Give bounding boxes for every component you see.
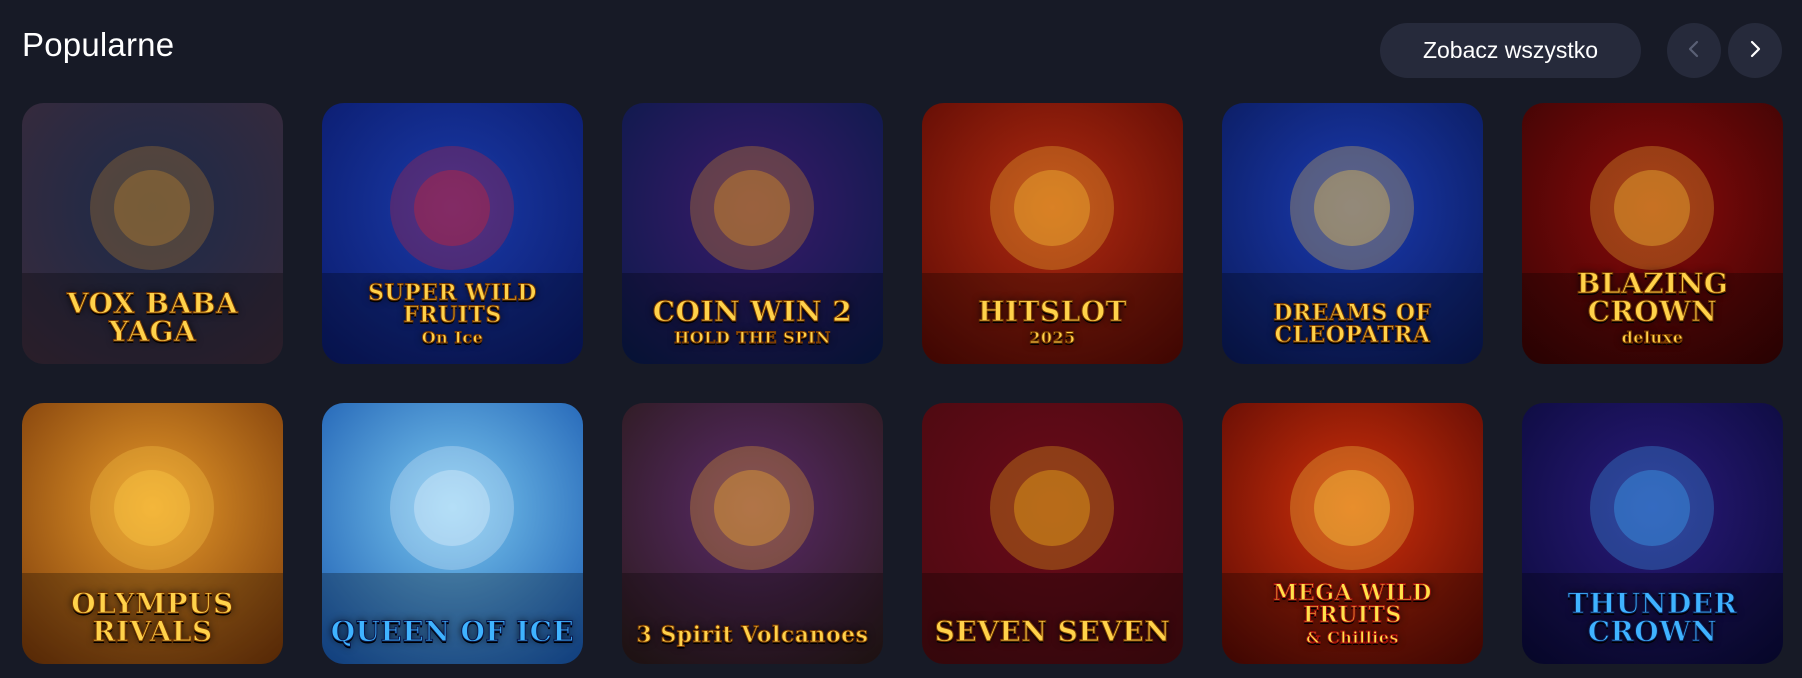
game-tile-olympus-rivals[interactable]: OLYMPUS RIVALS bbox=[22, 403, 283, 664]
chevron-right-icon bbox=[1745, 39, 1765, 62]
game-title: HITSLOT 2025 bbox=[930, 295, 1175, 347]
game-tile-hit-slot-2025[interactable]: HITSLOT 2025 bbox=[922, 103, 1183, 364]
game-tile-blazing-crown[interactable]: BLAZING CROWN deluxe bbox=[1522, 103, 1783, 364]
game-title: MEGA WILD FRUITS & Chillies bbox=[1230, 580, 1475, 647]
game-title: DREAMS OF CLEOPATRA bbox=[1230, 300, 1475, 348]
game-title-text: VOX BABA YAGA bbox=[66, 287, 239, 348]
game-subtitle-text: deluxe bbox=[1621, 328, 1684, 347]
section-title: Popularne bbox=[22, 26, 175, 63]
game-title: QUEEN OF ICE bbox=[330, 615, 575, 648]
carousel-prev-button[interactable] bbox=[1667, 23, 1721, 78]
game-subtitle-text: HOLD THE SPIN bbox=[674, 328, 831, 347]
game-title-text: THUNDER CROWN bbox=[1567, 587, 1738, 648]
game-title-text: BLAZING CROWN bbox=[1576, 267, 1729, 328]
game-tile-seven-seven-7[interactable]: SEVEN SEVEN bbox=[922, 403, 1183, 664]
carousel-next-button[interactable] bbox=[1728, 23, 1782, 78]
game-title-text: COIN WIN 2 bbox=[652, 295, 853, 328]
game-title: COIN WIN 2 HOLD THE SPIN bbox=[630, 295, 875, 347]
game-tile-mega-wild-fruits-chillies[interactable]: MEGA WILD FRUITS & Chillies bbox=[1222, 403, 1483, 664]
game-subtitle-text: 2025 bbox=[1029, 328, 1076, 347]
games-grid: VOX BABA YAGA SUPER WILD FRUITS On Ice COIN… bbox=[22, 103, 1783, 664]
game-subtitle-text: On Ice bbox=[421, 328, 484, 347]
game-title-text: OLYMPUS RIVALS bbox=[71, 587, 234, 648]
game-title-text: 3 Spirit Volcanoes bbox=[636, 622, 869, 648]
game-tile-vox-baba-yaga[interactable]: VOX BABA YAGA bbox=[22, 103, 283, 364]
game-tile-coin-win-2[interactable]: COIN WIN 2 HOLD THE SPIN bbox=[622, 103, 883, 364]
game-tile-super-wild-fruits[interactable]: SUPER WILD FRUITS On Ice bbox=[322, 103, 583, 364]
game-title: BLAZING CROWN deluxe bbox=[1530, 267, 1775, 347]
section-header: Popularne Zobacz wszystko bbox=[0, 0, 1802, 100]
game-title-text: DREAMS OF CLEOPATRA bbox=[1273, 300, 1432, 348]
game-tile-3-spirit-volcanoes[interactable]: 3 Spirit Volcanoes bbox=[622, 403, 883, 664]
chevron-left-icon bbox=[1684, 39, 1704, 62]
game-title: SUPER WILD FRUITS On Ice bbox=[330, 280, 575, 347]
game-tile-dreams-of-cleopatra[interactable]: DREAMS OF CLEOPATRA bbox=[1222, 103, 1483, 364]
game-title-text: QUEEN OF ICE bbox=[330, 615, 575, 648]
game-title: THUNDER CROWN bbox=[1530, 587, 1775, 648]
game-title: 3 Spirit Volcanoes bbox=[630, 622, 875, 648]
game-title-text: MEGA WILD FRUITS bbox=[1273, 580, 1432, 628]
game-tile-queen-of-ice[interactable]: QUEEN OF ICE bbox=[322, 403, 583, 664]
game-title: OLYMPUS RIVALS bbox=[30, 587, 275, 648]
game-title-text: HITSLOT bbox=[977, 295, 1128, 328]
game-tile-thunder-crown[interactable]: THUNDER CROWN bbox=[1522, 403, 1783, 664]
game-title-text: SEVEN SEVEN bbox=[934, 615, 1171, 648]
popular-games-section: Popularne Zobacz wszystko VOX BABA YAGA S… bbox=[0, 0, 1802, 678]
game-title: VOX BABA YAGA bbox=[30, 287, 275, 348]
view-all-button[interactable]: Zobacz wszystko bbox=[1380, 23, 1641, 78]
game-subtitle-text: & Chillies bbox=[1306, 628, 1399, 647]
game-title: SEVEN SEVEN bbox=[930, 615, 1175, 648]
game-title-text: SUPER WILD FRUITS bbox=[368, 280, 537, 328]
